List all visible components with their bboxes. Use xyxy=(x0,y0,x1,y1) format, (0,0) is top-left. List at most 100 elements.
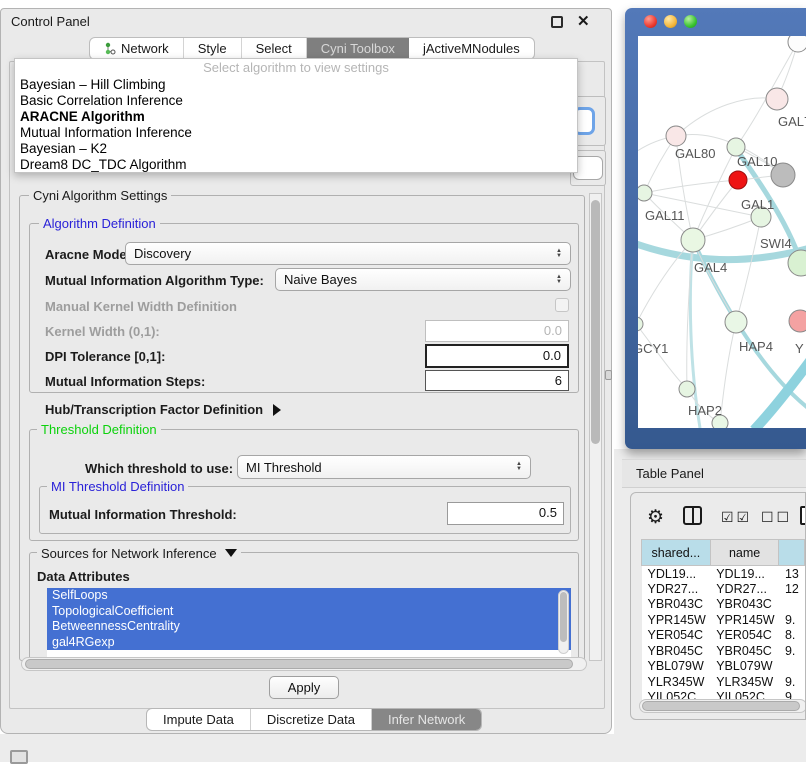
column-header-name[interactable]: name xyxy=(710,540,779,566)
deselect-all-checkboxes-icon[interactable]: ☐☐ xyxy=(761,509,792,526)
node-label: Y xyxy=(795,341,804,356)
algorithm-dropdown-popup: Select algorithm to view settings Bayesi… xyxy=(14,58,578,173)
menu-item-aracne[interactable]: ARACNE Algorithm xyxy=(15,109,577,125)
float-panel-icon[interactable] xyxy=(551,16,563,28)
node-label: GCY1 xyxy=(638,341,668,356)
node-label: HAP2 xyxy=(688,403,722,418)
mi-steps-input[interactable]: 6 xyxy=(425,370,569,391)
close-panel-icon[interactable]: ✕ xyxy=(577,12,590,30)
menu-item-bayesian-k2[interactable]: Bayesian – K2 xyxy=(15,141,577,157)
manual-kernel-checkbox[interactable] xyxy=(555,298,569,312)
node-label: HAP4 xyxy=(739,339,773,354)
node-label: GAL10 xyxy=(737,154,777,169)
tab-cyni-toolbox[interactable]: Cyni Toolbox xyxy=(307,38,409,59)
tab-impute-data[interactable]: Impute Data xyxy=(147,709,251,730)
table-horizontal-scrollbar[interactable] xyxy=(639,699,806,713)
tab-select[interactable]: Select xyxy=(242,38,307,59)
table-row[interactable]: YBL079WYBL079W xyxy=(642,659,805,675)
window-close-icon[interactable] xyxy=(644,15,657,28)
kernel-width-input[interactable]: 0.0 xyxy=(425,320,569,342)
node-gal11[interactable] xyxy=(638,185,652,201)
select-all-checkboxes-icon[interactable]: ☑☑ xyxy=(721,509,752,526)
spinner-arrows-icon: ▲▼ xyxy=(556,275,562,285)
tab-jactivemnodules[interactable]: jActiveMNodules xyxy=(409,38,534,59)
table-row[interactable]: YBR043CYBR043C xyxy=(642,597,805,613)
node-hap4[interactable] xyxy=(725,311,747,333)
node-label: GAL80 xyxy=(675,146,715,161)
background-bottom xyxy=(0,734,614,762)
which-threshold-select[interactable]: MI Threshold ▲▼ xyxy=(237,455,531,479)
mi-threshold-title: MI Threshold Definition xyxy=(47,479,188,494)
menu-item-mutual-information[interactable]: Mutual Information Inference xyxy=(15,125,577,141)
node-label: GAL1 xyxy=(741,197,774,212)
apply-button[interactable]: Apply xyxy=(269,676,339,699)
scrollbar-thumb[interactable] xyxy=(25,659,573,669)
menu-item-dream8[interactable]: Dream8 DC_TDC Algorithm xyxy=(15,157,577,173)
sources-expander[interactable]: Sources for Network Inference xyxy=(37,546,241,561)
table-row[interactable]: YER054CYER054C8. xyxy=(642,628,805,644)
node-hap2[interactable] xyxy=(679,381,695,397)
node-gal7[interactable] xyxy=(766,88,788,110)
which-threshold-label: Which threshold to use: xyxy=(85,461,233,476)
tab-style[interactable]: Style xyxy=(184,38,242,59)
mi-type-select[interactable]: Naive Bayes ▲▼ xyxy=(275,268,571,291)
columns-icon[interactable] xyxy=(683,506,702,525)
table-row[interactable]: YPR145WYPR145W9. xyxy=(642,612,805,628)
window-minimize-icon[interactable] xyxy=(664,15,677,28)
bottom-tabbar: Impute Data Discretize Data Infer Networ… xyxy=(146,708,482,731)
network-view-window: GAL7 GAL80 GAL10 GAL1 GAL11 SWI4 GAL4 GC… xyxy=(625,8,806,449)
list-vertical-scrollbar[interactable] xyxy=(558,590,569,654)
tab-infer-network[interactable]: Infer Network xyxy=(372,709,481,730)
panel-divider-handle[interactable] xyxy=(605,370,612,380)
window-zoom-icon[interactable] xyxy=(684,15,697,28)
data-attributes-list: SelfLoops TopologicalCoefficient Between… xyxy=(47,588,571,660)
scrollbar-thumb[interactable] xyxy=(642,701,800,711)
column-header-shared[interactable]: shared... xyxy=(642,540,711,566)
tab-network[interactable]: Network xyxy=(90,38,184,59)
settings-horizontal-scrollbar[interactable] xyxy=(21,657,587,671)
table-row[interactable]: YDL19...YDL19...13 xyxy=(642,566,805,582)
node-label: GAL7 xyxy=(778,114,806,129)
node-gal80[interactable] xyxy=(666,126,686,146)
network-canvas[interactable]: GAL7 GAL80 GAL10 GAL1 GAL11 SWI4 GAL4 GC… xyxy=(638,36,806,428)
table-row[interactable]: YDR27...YDR27...12 xyxy=(642,581,805,597)
column-header-partial[interactable] xyxy=(779,540,805,566)
node-gcy1[interactable] xyxy=(638,317,643,331)
manual-kernel-label: Manual Kernel Width Definition xyxy=(45,299,237,314)
scrollbar-thumb[interactable] xyxy=(560,592,567,642)
expander-collapsed-icon xyxy=(273,404,281,416)
dpi-tolerance-label: DPI Tolerance [0,1]: xyxy=(45,349,165,364)
aracne-mode-select[interactable]: Discovery ▲▼ xyxy=(125,242,571,265)
hub-definition-expander[interactable]: Hub/Transcription Factor Definition xyxy=(45,402,281,417)
gear-icon[interactable]: ⚙ xyxy=(647,506,664,529)
mi-steps-label: Mutual Information Steps: xyxy=(45,374,205,389)
network-icon xyxy=(104,42,116,55)
settings-vertical-scrollbar[interactable] xyxy=(589,193,602,661)
node-labels: GAL7 GAL80 GAL10 GAL1 GAL11 SWI4 GAL4 GC… xyxy=(638,114,806,418)
expander-expanded-icon xyxy=(225,549,237,557)
scrollbar-thumb[interactable] xyxy=(591,200,600,444)
table-panel-header: Table Panel xyxy=(622,459,806,488)
table-row[interactable]: YBR045CYBR045C9. xyxy=(642,643,805,659)
node-unlabeled[interactable] xyxy=(788,36,806,52)
table-row[interactable]: YLR345WYLR345W9. xyxy=(642,674,805,690)
dpi-tolerance-input[interactable]: 0.0 xyxy=(425,344,569,368)
list-item[interactable]: BetweennessCentrality xyxy=(47,619,571,635)
node-y-partial[interactable] xyxy=(789,310,806,332)
mi-threshold-label: Mutual Information Threshold: xyxy=(49,507,237,522)
node-gal4[interactable] xyxy=(681,228,705,252)
kernel-width-label: Kernel Width (0,1): xyxy=(45,324,160,339)
control-panel-title: Control Panel xyxy=(11,14,90,29)
list-item[interactable]: TopologicalCoefficient xyxy=(47,604,571,620)
mi-threshold-input[interactable]: 0.5 xyxy=(447,502,564,525)
node-selected-red[interactable] xyxy=(729,171,747,189)
tab-discretize-data[interactable]: Discretize Data xyxy=(251,709,372,730)
algorithm-definition-title: Algorithm Definition xyxy=(39,216,160,231)
cyni-settings-title: Cyni Algorithm Settings xyxy=(29,188,171,203)
menu-item-bayesian-hill-climbing[interactable]: Bayesian – Hill Climbing xyxy=(15,77,577,93)
menu-item-basic-correlation[interactable]: Basic Correlation Inference xyxy=(15,93,577,109)
list-item[interactable]: SelfLoops xyxy=(47,588,571,604)
new-table-icon[interactable] xyxy=(800,506,806,525)
list-item[interactable]: gal4RGexp xyxy=(47,635,571,651)
data-attributes-label: Data Attributes xyxy=(37,569,130,584)
